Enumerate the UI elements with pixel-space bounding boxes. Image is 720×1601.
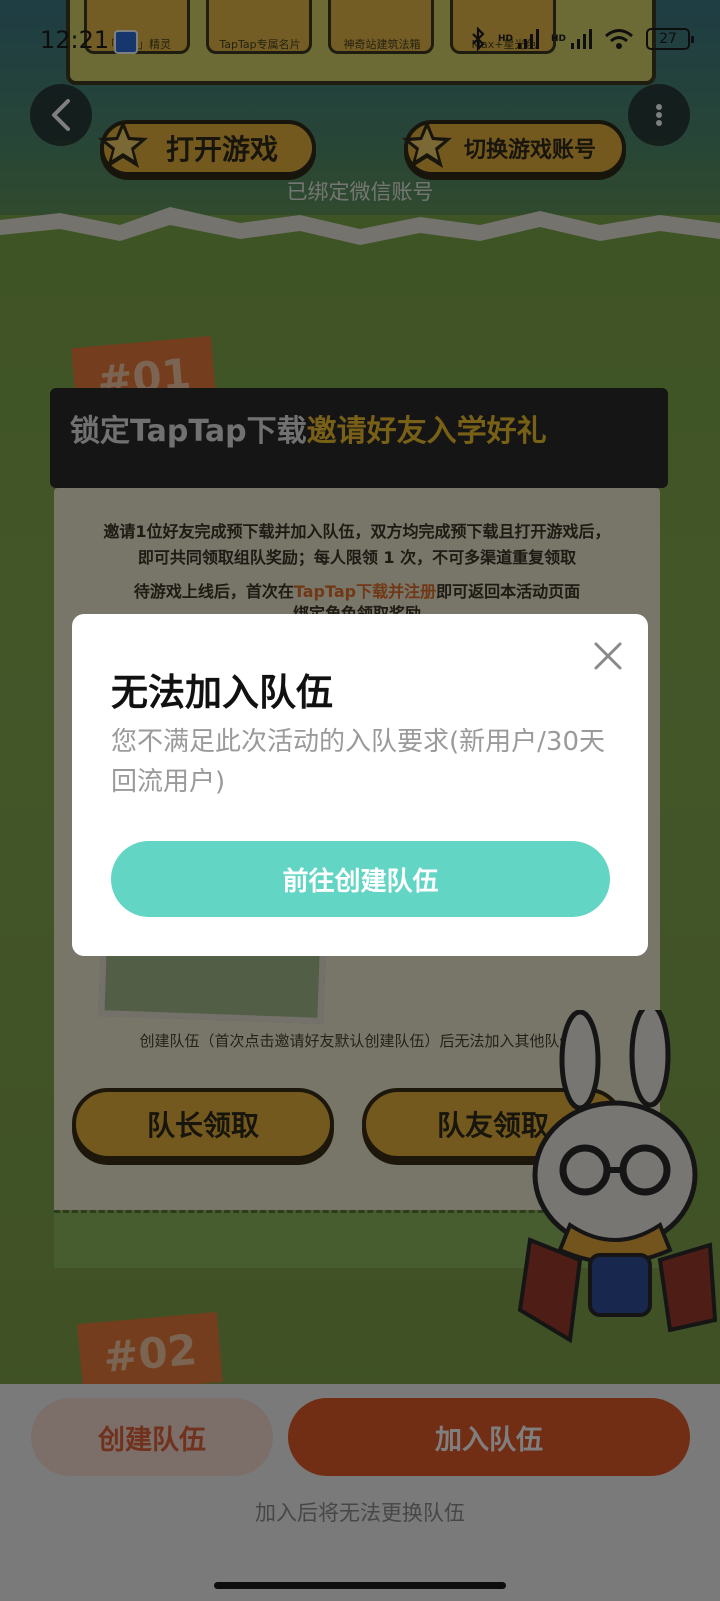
go-create-team-button[interactable]: 前往创建队伍 bbox=[111, 841, 610, 917]
dialog-title: 无法加入队伍 bbox=[111, 671, 333, 714]
close-icon[interactable] bbox=[588, 636, 628, 676]
join-failed-dialog: 无法加入队伍 您不满足此次活动的入队要求(新用户/30天回流用户) 前往创建队伍 bbox=[72, 614, 648, 956]
dialog-message: 您不满足此次活动的入队要求(新用户/30天回流用户) bbox=[111, 727, 605, 797]
